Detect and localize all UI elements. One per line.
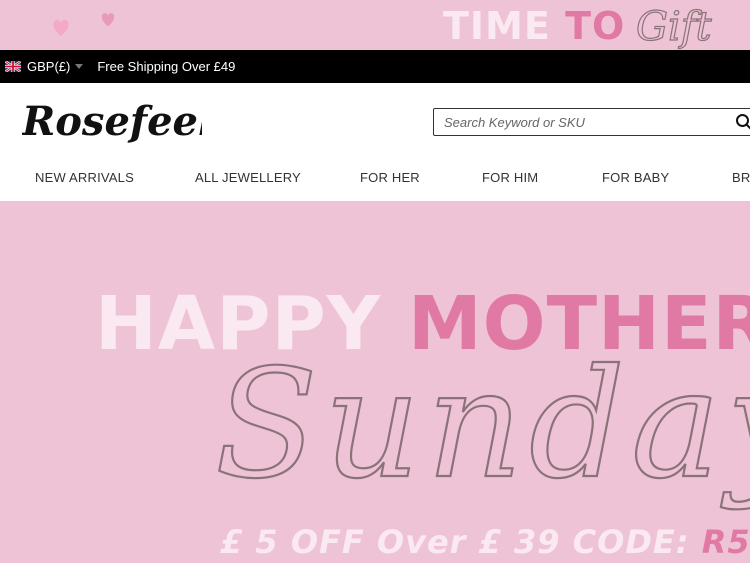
search-icon[interactable] — [735, 113, 750, 131]
main-nav: NEW ARRIVALS ALL JEWELLERY FOR HER FOR H… — [0, 163, 750, 201]
hero-offer: £ 5 OFF Over £ 39 CODE: R5 — [220, 523, 750, 561]
nav-item-brands[interactable]: BRA — [732, 170, 750, 185]
promo-script-text: Gift — [635, 3, 713, 50]
promo-headline: TIME TO — [443, 4, 625, 48]
currency-label: GBP(£) — [27, 59, 71, 74]
search-input[interactable] — [444, 114, 724, 130]
nav-item-for-baby[interactable]: FOR BABY — [602, 170, 669, 185]
svg-text:Gift: Gift — [636, 4, 713, 50]
nav-item-for-him[interactable]: FOR HIM — [482, 170, 538, 185]
promo-headline-part: TIME — [443, 4, 566, 48]
nav-item-all-jewellery[interactable]: ALL JEWELLERY — [195, 170, 301, 185]
heart-icon — [53, 19, 69, 36]
offer-text: £ 5 OFF Over £ 39 CODE: — [220, 523, 702, 561]
hero-banner[interactable]: HAPPY MOTHERI Sunday £ 5 OFF Over £ 39 C… — [0, 201, 750, 563]
svg-text:Rosefeels: Rosefeels — [22, 98, 202, 145]
search-box[interactable] — [433, 108, 750, 136]
free-shipping-text: Free Shipping Over £49 — [97, 59, 236, 74]
promo-banner[interactable]: TIME TO Gift — [0, 0, 750, 50]
site-logo[interactable]: Rosefeels — [22, 91, 202, 149]
promo-code: R5 — [701, 523, 750, 561]
promo-headline-part: TO — [565, 4, 626, 48]
uk-flag-icon — [5, 61, 21, 72]
hero-script-text: Sunday — [214, 337, 750, 513]
nav-item-for-her[interactable]: FOR HER — [360, 170, 420, 185]
currency-selector[interactable]: GBP(£) — [27, 59, 84, 74]
chevron-down-icon — [75, 64, 84, 69]
heart-icon — [101, 13, 115, 27]
top-bar: GBP(£) Free Shipping Over £49 — [0, 50, 750, 83]
nav-item-new-arrivals[interactable]: NEW ARRIVALS — [35, 170, 134, 185]
site-header: Rosefeels — [0, 83, 750, 163]
svg-text:Sunday: Sunday — [215, 338, 750, 512]
